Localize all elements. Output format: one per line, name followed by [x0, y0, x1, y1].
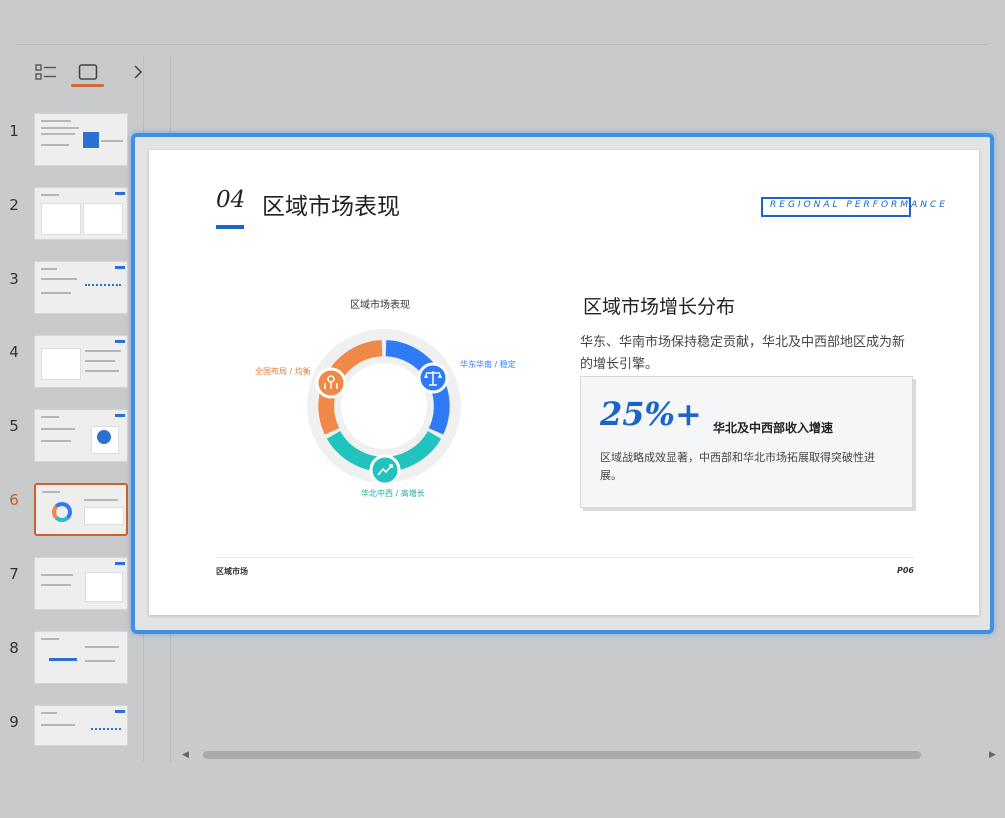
page-number: P06	[897, 566, 914, 575]
footer-divider	[216, 557, 914, 558]
highlight-value: 25%+	[600, 395, 702, 433]
highlight-description: 区域战略成效显著，中西部和华北市场拓展取得突破性进展。	[600, 451, 875, 482]
footer-section: 区域市场	[216, 567, 248, 576]
segment-label-east: 华东华南 / 稳定	[460, 360, 516, 369]
section-description: 华东、华南市场保持稳定贡献，华北及中西部地区成为新的增长引擎。	[580, 335, 906, 372]
section-heading: 区域市场增长分布	[583, 296, 736, 318]
segment-label-national: 全国布局 / 均衡	[255, 367, 311, 376]
segment-label-north: 华北中西 / 高增长	[361, 489, 425, 498]
trend-up-icon	[369, 454, 401, 486]
network-icon	[315, 367, 347, 399]
scale-icon	[417, 362, 449, 394]
highlight-label: 华北及中西部收入增速	[713, 421, 834, 435]
